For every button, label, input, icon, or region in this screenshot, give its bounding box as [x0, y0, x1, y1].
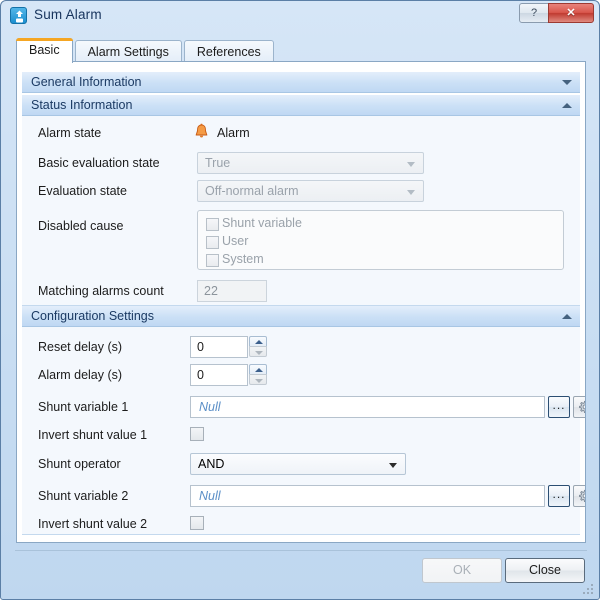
resize-grip[interactable]	[583, 584, 595, 596]
dialog-window: Sum Alarm ? ✕ Basic Alarm Settings Referenc…	[0, 0, 600, 600]
checkbox-user	[206, 236, 219, 249]
alarm-delay-value: 0	[197, 368, 204, 382]
label-shunt-variable-2: Shunt variable 2	[38, 489, 129, 503]
label-alarm-delay: Alarm delay (s)	[38, 368, 123, 382]
matching-alarms-count-value: 22	[204, 284, 218, 298]
bell-icon	[193, 123, 210, 143]
basic-evaluation-state-dropdown: True	[197, 152, 424, 174]
disabled-cause-group: Shunt variable User System	[197, 210, 564, 270]
tab-content-panel: General Information Status Information A…	[16, 61, 586, 543]
evaluation-state-value: Off-normal alarm	[205, 184, 299, 198]
title-bar: Sum Alarm ? ✕	[1, 1, 599, 31]
label-evaluation-state: Evaluation state	[38, 184, 127, 198]
shunt-variable-2-field[interactable]: Null	[190, 485, 545, 507]
shunt-variable-2-settings-button[interactable]	[573, 485, 585, 507]
gear-icon	[579, 400, 585, 413]
label-invert-shunt-value-2: Invert shunt value 2	[38, 517, 148, 531]
label-disabled-cause: Disabled cause	[38, 219, 124, 233]
shunt-variable-1-field[interactable]: Null	[190, 396, 545, 418]
reset-delay-value: 0	[197, 340, 204, 354]
section-title-general-information: General Information	[31, 75, 142, 89]
close-window-button[interactable]: ✕	[548, 3, 594, 23]
shunt-operator-dropdown[interactable]: AND	[190, 453, 406, 475]
section-header-general-information[interactable]: General Information	[22, 72, 580, 93]
section-title-configuration-settings: Configuration Settings	[31, 309, 154, 323]
section-header-status-information[interactable]: Status Information	[22, 95, 580, 116]
checkbox-label-system: System	[222, 252, 264, 266]
reset-delay-field[interactable]: 0	[190, 336, 248, 358]
chevron-up-icon[interactable]	[562, 314, 572, 319]
gear-icon	[579, 489, 585, 502]
label-shunt-variable-1: Shunt variable 1	[38, 400, 129, 414]
close-button[interactable]: Close	[505, 558, 585, 583]
chevron-down-icon[interactable]	[389, 463, 397, 468]
chevron-down-icon[interactable]	[562, 80, 572, 85]
invert-shunt-value-2-checkbox[interactable]	[190, 516, 204, 530]
checkbox-label-shunt-variable: Shunt variable	[222, 216, 302, 230]
evaluation-state-dropdown: Off-normal alarm	[197, 180, 424, 202]
ok-button[interactable]: OK	[422, 558, 502, 583]
alarm-delay-stepper[interactable]	[249, 364, 267, 385]
shunt-variable-2-value: Null	[199, 489, 221, 503]
footer-divider	[15, 550, 587, 551]
alarm-delay-field[interactable]: 0	[190, 364, 248, 386]
chevron-up-icon[interactable]	[562, 103, 572, 108]
label-shunt-operator: Shunt operator	[38, 457, 121, 471]
stepper-down-icon[interactable]	[249, 374, 267, 385]
tab-alarm-settings[interactable]: Alarm Settings	[74, 40, 182, 63]
basic-evaluation-state-value: True	[205, 156, 231, 170]
section-body-status-information: Alarm state Alarm Basic evaluation state…	[22, 116, 580, 306]
window-controls: ? ✕	[519, 3, 594, 25]
checkbox-label-user: User	[222, 234, 249, 248]
section-header-configuration-settings[interactable]: Configuration Settings	[22, 306, 580, 327]
reset-delay-stepper[interactable]	[249, 336, 267, 357]
app-alarm-icon	[10, 7, 27, 24]
matching-alarms-count-field: 22	[197, 280, 267, 302]
shunt-variable-2-browse-button[interactable]: ...	[548, 485, 570, 507]
shunt-variable-1-value: Null	[199, 400, 221, 414]
label-alarm-state: Alarm state	[38, 126, 102, 140]
checkbox-shunt-variable	[206, 218, 219, 231]
shunt-variable-1-settings-button[interactable]	[573, 396, 585, 418]
help-button[interactable]: ?	[519, 3, 549, 23]
tab-basic[interactable]: Basic	[16, 38, 73, 63]
section-body-configuration-settings: Reset delay (s) 0 Alarm delay (s) 0 Shun…	[22, 327, 585, 535]
invert-shunt-value-1-checkbox[interactable]	[190, 427, 204, 441]
window-title: Sum Alarm	[34, 7, 102, 22]
value-alarm-state: Alarm	[217, 126, 250, 140]
tab-strip: Basic Alarm Settings References	[16, 38, 276, 63]
label-basic-evaluation-state: Basic evaluation state	[38, 156, 160, 170]
chevron-down-icon	[407, 190, 415, 195]
label-reset-delay: Reset delay (s)	[38, 340, 123, 354]
tab-references[interactable]: References	[183, 40, 274, 63]
section-title-status-information: Status Information	[31, 98, 133, 112]
shunt-variable-1-browse-button[interactable]: ...	[548, 396, 570, 418]
checkbox-system	[206, 254, 219, 267]
label-matching-alarms-count: Matching alarms count	[38, 284, 164, 298]
stepper-down-icon[interactable]	[249, 346, 267, 357]
shunt-operator-value: AND	[198, 457, 225, 471]
chevron-down-icon	[407, 162, 415, 167]
label-invert-shunt-value-1: Invert shunt value 1	[38, 428, 148, 442]
